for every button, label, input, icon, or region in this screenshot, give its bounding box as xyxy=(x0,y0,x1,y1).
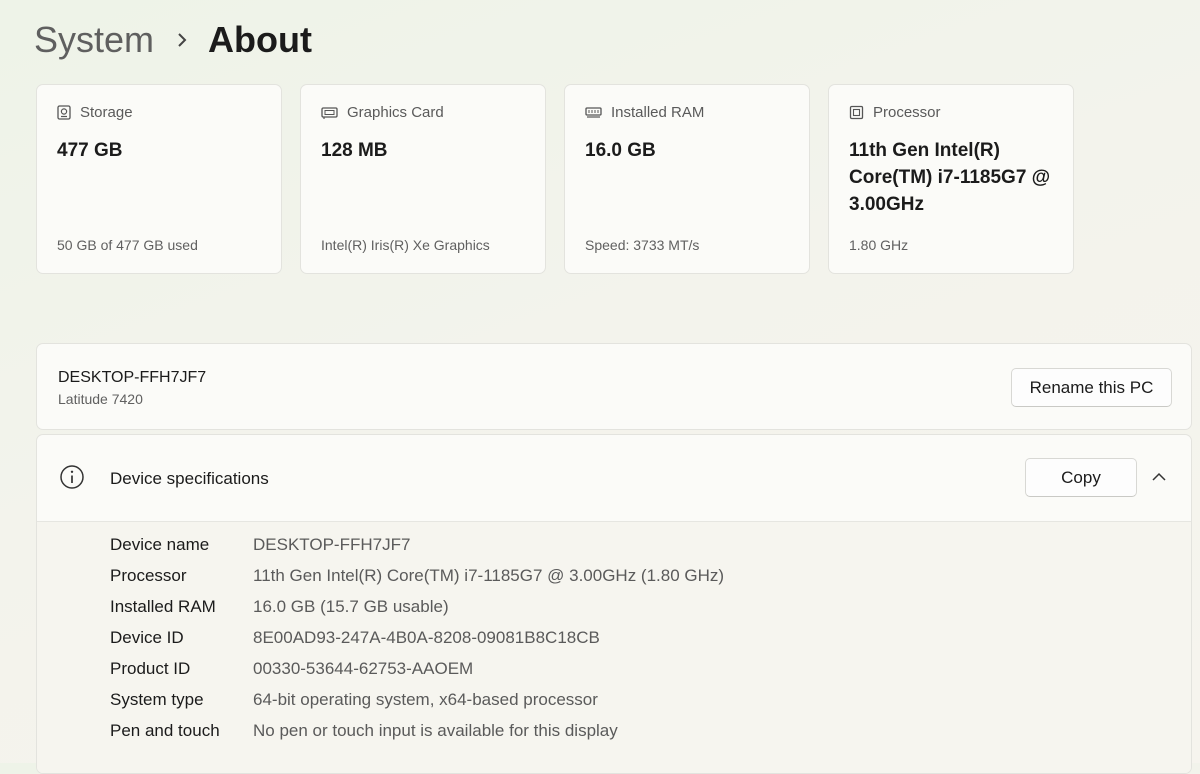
info-icon xyxy=(59,464,85,495)
spec-value: DESKTOP-FFH7JF7 xyxy=(253,535,411,554)
device-specifications-title: Device specifications xyxy=(110,469,269,488)
spec-row-processor: Processor 11th Gen Intel(R) Core(TM) i7-… xyxy=(110,561,724,591)
chevron-up-icon[interactable] xyxy=(1151,469,1167,490)
card-title: Graphics Card xyxy=(347,104,444,121)
spec-label: Product ID xyxy=(110,659,191,678)
spec-value: 00330-53644-62753-AAOEM xyxy=(253,659,474,678)
graphics-card-icon xyxy=(321,106,338,120)
card-value: 11th Gen Intel(R) Core(TM) i7-1185G7 @ 3… xyxy=(849,140,1051,215)
spec-row-device-name: Device name DESKTOP-FFH7JF7 xyxy=(110,530,410,560)
storage-card[interactable]: Storage 477 GB 50 GB of 477 GB used xyxy=(36,84,282,274)
spec-value: 11th Gen Intel(R) Core(TM) i7-1185G7 @ 3… xyxy=(253,566,725,585)
card-title: Storage xyxy=(80,104,133,121)
spec-row-product-id: Product ID 00330-53644-62753-AAOEM xyxy=(110,654,473,684)
card-subtitle: 50 GB of 477 GB used xyxy=(57,237,198,253)
breadcrumb-system[interactable]: System xyxy=(34,19,154,61)
chevron-right-icon xyxy=(168,16,196,64)
copy-button[interactable]: Copy xyxy=(1025,458,1137,497)
spec-value: 16.0 GB (15.7 GB usable) xyxy=(253,597,449,616)
rename-pc-button[interactable]: Rename this PC xyxy=(1011,368,1172,407)
card-subtitle: 1.80 GHz xyxy=(849,237,909,253)
spec-value: 64-bit operating system, x64-based proce… xyxy=(253,690,598,709)
device-specifications-body: Device name DESKTOP-FFH7JF7 Processor 11… xyxy=(37,522,1191,773)
card-value: 128 MB xyxy=(321,140,388,161)
spec-label: Pen and touch xyxy=(110,721,220,740)
graphics-card-card[interactable]: Graphics Card 128 MB Intel(R) Iris(R) Xe… xyxy=(300,84,546,274)
card-title: Installed RAM xyxy=(611,104,705,121)
ram-card[interactable]: Installed RAM 16.0 GB Speed: 3733 MT/s xyxy=(564,84,810,274)
card-value: 477 GB xyxy=(57,140,123,161)
pc-name-panel: DESKTOP-FFH7JF7 Latitude 7420 Rename thi… xyxy=(36,343,1192,430)
card-value: 16.0 GB xyxy=(585,140,656,161)
spec-label: Processor xyxy=(110,566,187,585)
breadcrumb: System About xyxy=(34,16,312,64)
device-specifications-panel: Device specifications Copy Device name D… xyxy=(36,434,1192,774)
page-title: About xyxy=(208,19,312,60)
ram-icon xyxy=(585,106,602,119)
spec-label: Device ID xyxy=(110,628,184,647)
spec-label: System type xyxy=(110,690,204,709)
spec-row-pen-and-touch: Pen and touch No pen or touch input is a… xyxy=(110,716,618,746)
spec-row-installed-ram: Installed RAM 16.0 GB (15.7 GB usable) xyxy=(110,592,449,622)
card-subtitle: Intel(R) Iris(R) Xe Graphics xyxy=(321,237,490,253)
storage-icon xyxy=(57,105,71,120)
spec-label: Installed RAM xyxy=(110,597,216,616)
spec-row-device-id: Device ID 8E00AD93-247A-4B0A-8208-09081B… xyxy=(110,623,600,653)
spec-row-system-type: System type 64-bit operating system, x64… xyxy=(110,685,598,715)
processor-card[interactable]: Processor 11th Gen Intel(R) Core(TM) i7-… xyxy=(828,84,1074,274)
spec-value: No pen or touch input is available for t… xyxy=(253,721,618,740)
card-title: Processor xyxy=(873,104,941,121)
spec-value: 8E00AD93-247A-4B0A-8208-09081B8C18CB xyxy=(253,628,600,647)
processor-icon xyxy=(849,105,864,120)
pc-name: DESKTOP-FFH7JF7 xyxy=(58,369,207,386)
spec-label: Device name xyxy=(110,535,210,554)
card-subtitle: Speed: 3733 MT/s xyxy=(585,237,700,253)
device-specifications-header[interactable]: Device specifications Copy xyxy=(37,435,1191,522)
pc-model: Latitude 7420 xyxy=(58,391,143,407)
